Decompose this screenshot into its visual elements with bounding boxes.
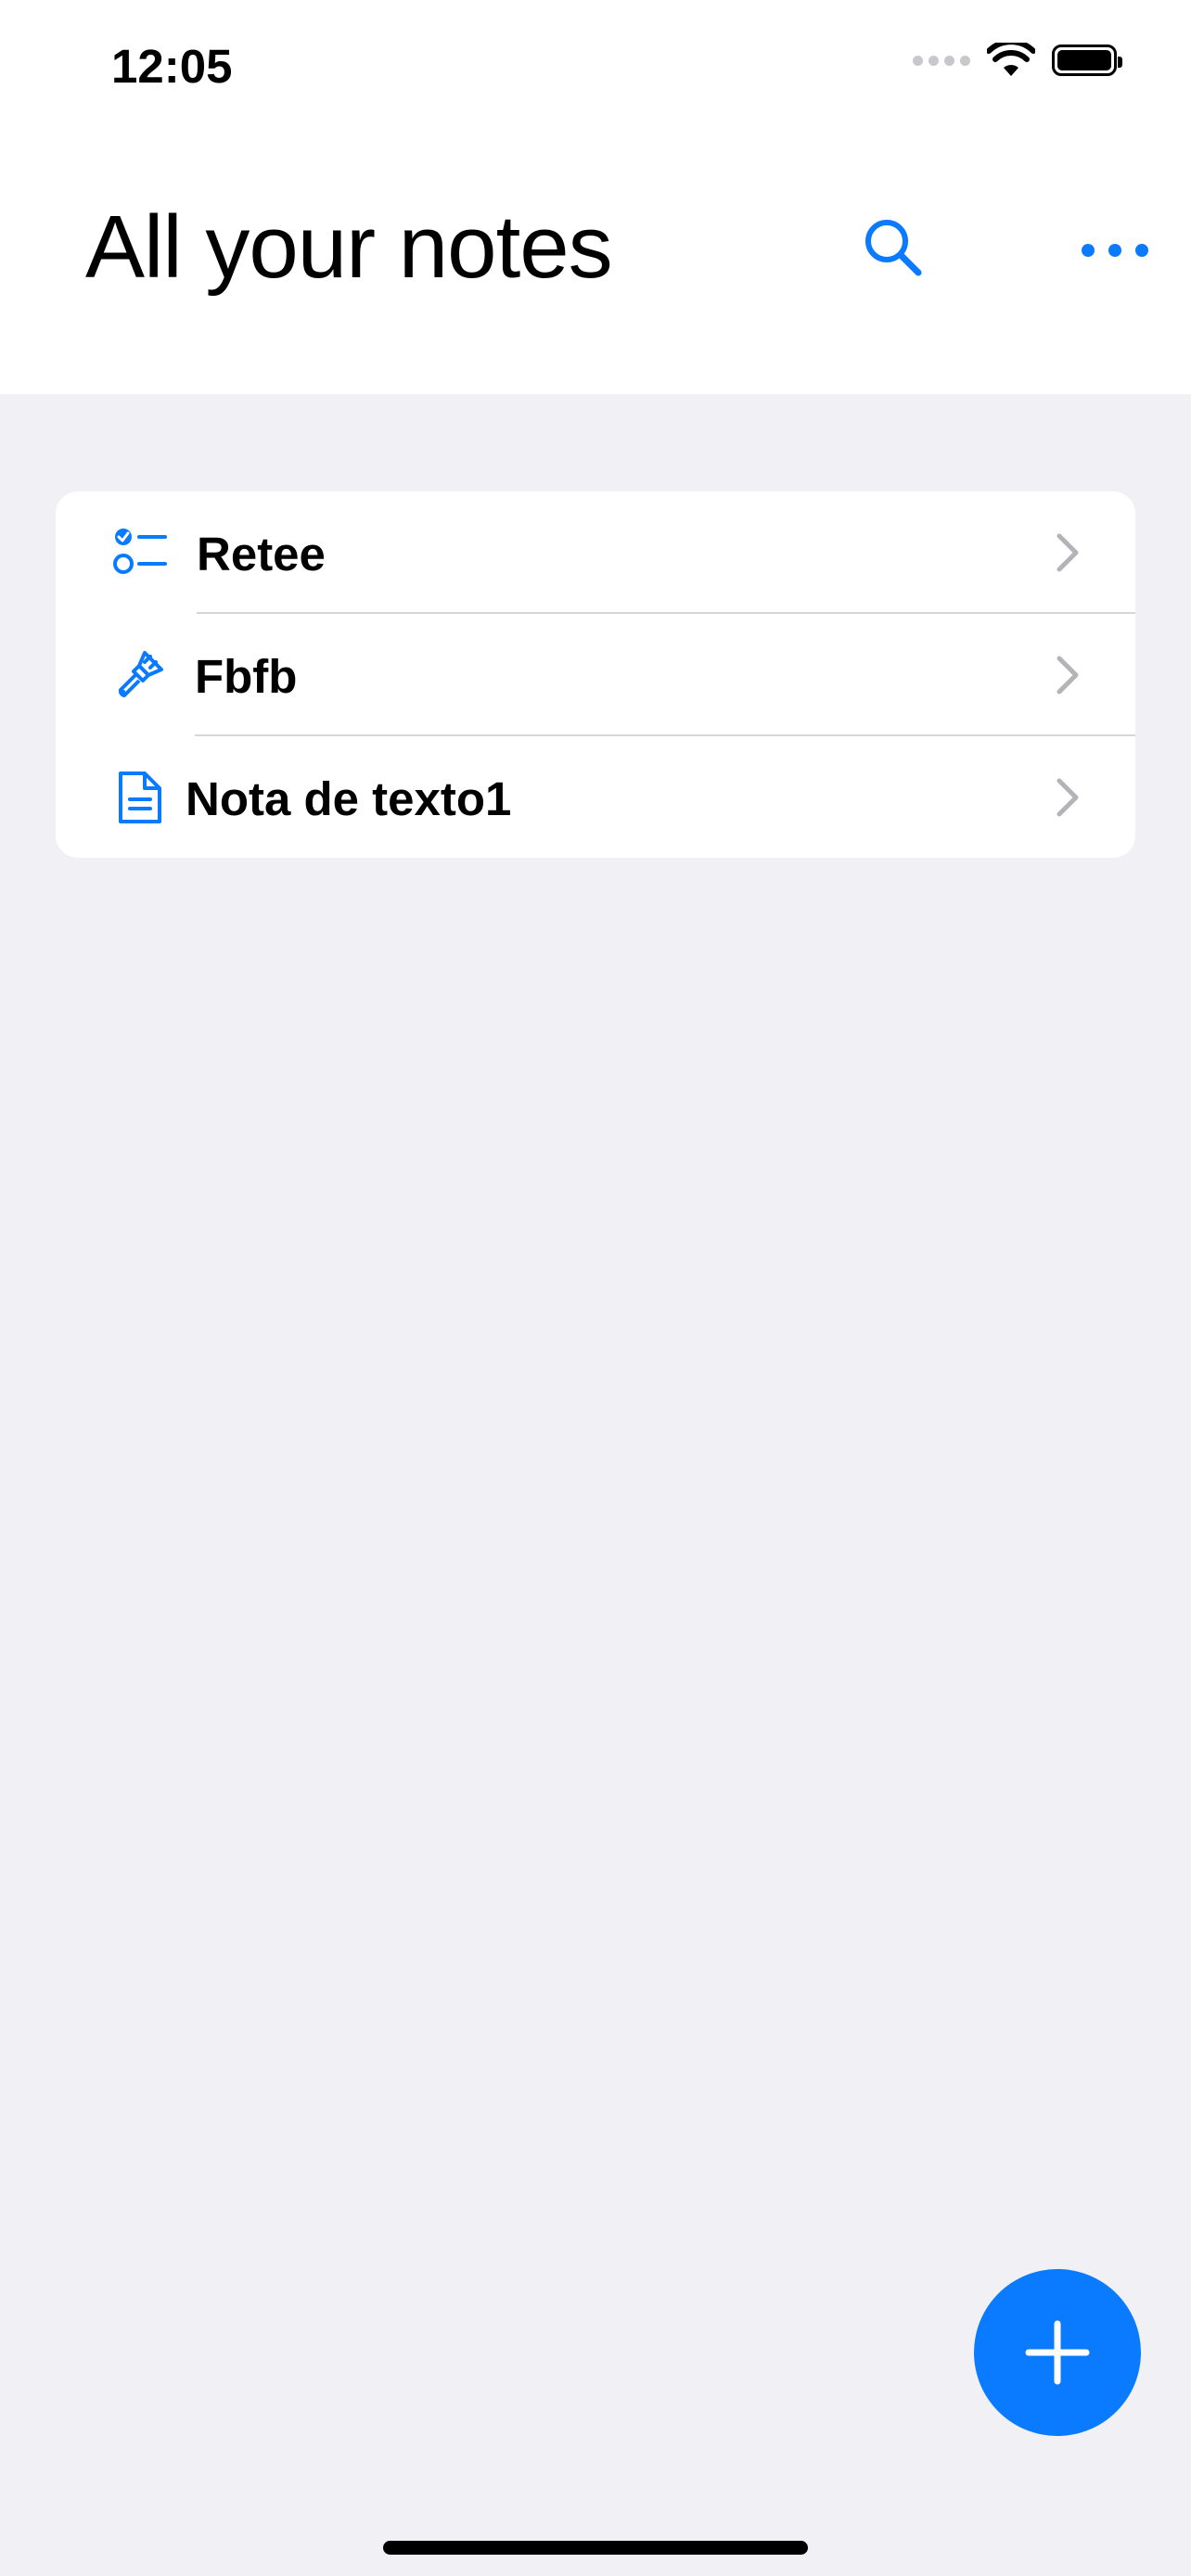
add-note-button[interactable] xyxy=(974,2269,1141,2436)
search-button[interactable] xyxy=(861,215,926,280)
status-indicators xyxy=(913,43,1122,78)
ellipsis-dot xyxy=(1082,244,1095,257)
checklist-icon xyxy=(113,529,167,574)
more-options-button[interactable] xyxy=(1082,230,1148,271)
wifi-icon xyxy=(987,43,1035,76)
home-indicator[interactable] xyxy=(383,2541,808,2555)
chevron-right-icon xyxy=(1057,656,1079,695)
list-item[interactable]: Nota de texto1 xyxy=(56,736,1135,858)
list-item[interactable]: Fbfb xyxy=(56,614,1135,735)
page-title: All your notes xyxy=(85,198,613,297)
chevron-right-icon xyxy=(1057,778,1079,817)
chevron-right-icon xyxy=(1057,533,1079,572)
paintbrush-icon xyxy=(118,651,163,697)
search-icon xyxy=(865,220,922,276)
note-title: Fbfb xyxy=(195,650,298,703)
cellular-signal-icon xyxy=(913,55,970,66)
header-area: 12:05 All your notes xyxy=(0,0,1191,394)
battery-icon xyxy=(1052,45,1122,76)
note-title: Nota de texto1 xyxy=(186,772,512,825)
list-item[interactable]: Retee xyxy=(56,491,1135,613)
notes-list: Retee Fbfb Nota de texto1 xyxy=(56,491,1135,858)
ellipsis-dot xyxy=(1135,244,1148,257)
status-time: 12:05 xyxy=(111,40,233,93)
note-title: Retee xyxy=(197,528,326,580)
plus-icon xyxy=(1025,2320,1090,2385)
ellipsis-dot xyxy=(1108,244,1121,257)
document-icon xyxy=(119,772,161,823)
